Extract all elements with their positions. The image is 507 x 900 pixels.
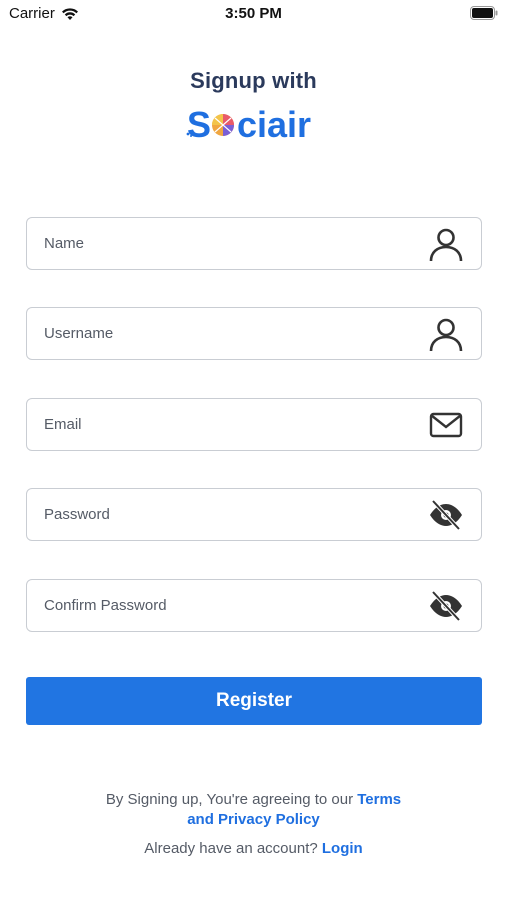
privacy-policy-link[interactable]: and Privacy Policy: [187, 811, 320, 828]
name-field[interactable]: [26, 217, 482, 270]
email-field[interactable]: [26, 398, 482, 451]
name-input[interactable]: [27, 218, 427, 269]
confirm-password-input[interactable]: [27, 580, 427, 631]
confirm-password-field[interactable]: [26, 579, 482, 632]
header: Signup with: [0, 68, 507, 94]
status-time: 3:50 PM: [225, 5, 282, 22]
person-icon: [427, 225, 465, 263]
login-prompt-text: Already have an account?: [144, 840, 322, 857]
terms-prefix: By Signing up, You're agreeing to our: [105, 791, 358, 808]
eye-off-icon[interactable]: [427, 496, 465, 534]
login-link[interactable]: Login: [322, 840, 363, 857]
terms-notice: By Signing up, You're agreeing to our Te…: [0, 790, 507, 830]
status-bar: Carrier 3:50 PM: [0, 0, 507, 28]
login-prompt: Already have an account? Login: [0, 840, 507, 857]
brand-logo: S ciair: [186, 104, 311, 145]
envelope-icon: [427, 406, 465, 444]
page-title: Signup with: [190, 68, 317, 93]
username-input[interactable]: [27, 308, 427, 359]
logo-letters-ciair: ciair: [237, 104, 311, 145]
eye-off-icon[interactable]: [427, 587, 465, 625]
password-input[interactable]: [27, 489, 427, 540]
register-button[interactable]: Register: [26, 677, 482, 725]
logo-ball-icon: [212, 114, 234, 136]
email-input[interactable]: [27, 399, 427, 450]
logo-letter-s: S: [187, 104, 211, 145]
person-icon: [427, 315, 465, 353]
username-field[interactable]: [26, 307, 482, 360]
battery-icon: [470, 6, 498, 20]
password-field[interactable]: [26, 488, 482, 541]
terms-link[interactable]: Terms: [357, 791, 401, 808]
